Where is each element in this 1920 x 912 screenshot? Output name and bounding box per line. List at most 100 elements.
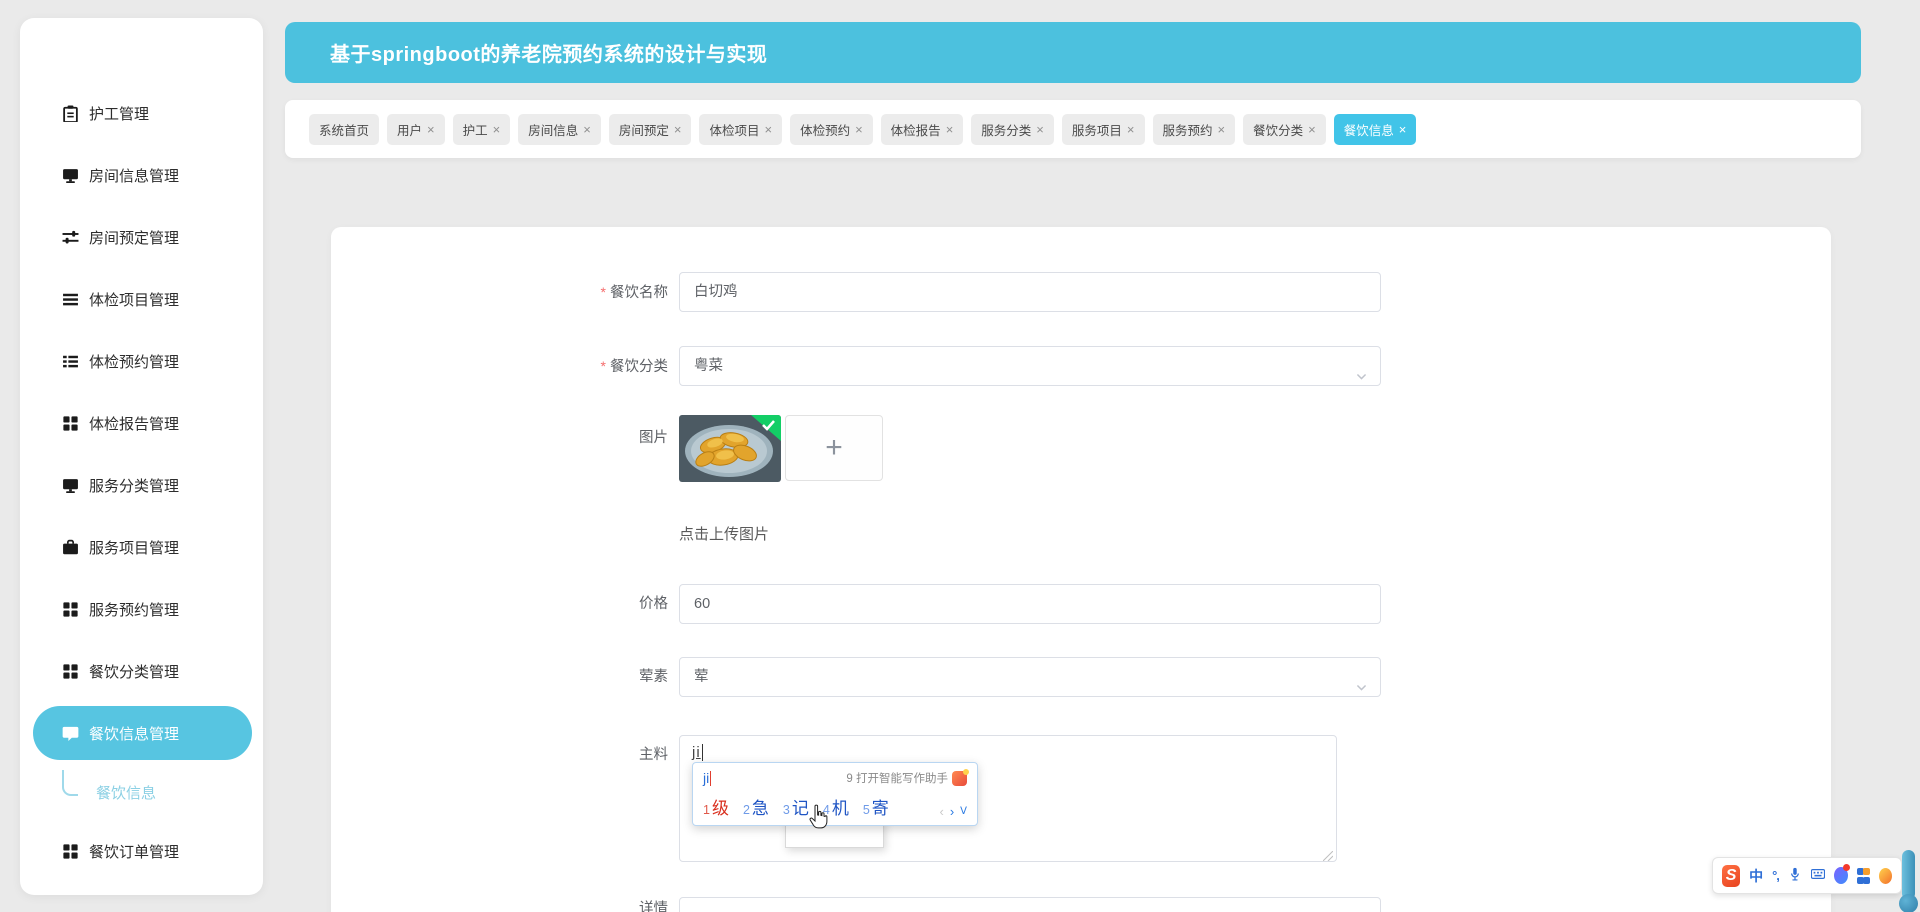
tab-close-icon[interactable]: × bbox=[764, 123, 772, 136]
ime-next-page-icon[interactable]: › bbox=[950, 804, 954, 819]
tab-label: 房间预定 bbox=[618, 123, 669, 138]
sidebar-item[interactable]: 餐饮信息管理 bbox=[33, 706, 252, 760]
meat-select[interactable]: 荤 bbox=[679, 657, 1381, 697]
tab-close-icon[interactable]: × bbox=[946, 123, 954, 136]
category-label: * 餐饮分类 bbox=[600, 358, 668, 375]
tab-close-icon[interactable]: × bbox=[1036, 123, 1044, 136]
tab[interactable]: 护工 × bbox=[452, 113, 511, 145]
tab[interactable]: 餐饮分类 × bbox=[1243, 113, 1326, 145]
grid-icon bbox=[62, 415, 79, 432]
monitor-icon bbox=[62, 167, 79, 184]
ime-assistant-hint[interactable]: 9 打开智能写作助手 bbox=[846, 768, 969, 786]
ime-candidate-window: ji 9 打开智能写作助手 1 级 2 急 3 记 4 机 5 寄 ‹ › ᐯ bbox=[692, 762, 978, 826]
chat-icon bbox=[62, 725, 79, 742]
sidebar-item[interactable]: 房间信息管理 bbox=[20, 144, 263, 206]
sidebar-item[interactable]: 餐饮信息 bbox=[20, 764, 263, 820]
sidebar-item[interactable]: 服务项目管理 bbox=[20, 516, 263, 578]
chinese-mode-icon[interactable]: 中 bbox=[1749, 866, 1763, 886]
tab[interactable]: 房间信息 × bbox=[518, 113, 601, 145]
tree-connector bbox=[62, 770, 78, 796]
tab[interactable]: 服务预约 × bbox=[1152, 113, 1236, 145]
tab-close-icon[interactable]: × bbox=[1218, 123, 1226, 136]
grid-icon bbox=[62, 663, 79, 680]
tab[interactable]: 用户 × bbox=[387, 113, 445, 145]
ime-pinyin: ji bbox=[703, 770, 710, 786]
punctuation-icon[interactable]: °, bbox=[1772, 868, 1780, 883]
tab-label: 体检项目 bbox=[709, 123, 760, 138]
tab[interactable]: 体检预约 × bbox=[790, 113, 873, 145]
sidebar-item[interactable]: 餐饮分类管理 bbox=[20, 640, 263, 702]
microphone-icon[interactable] bbox=[1788, 867, 1802, 884]
chevron-down-icon bbox=[1355, 360, 1368, 380]
ime-prev-page-icon[interactable]: ‹ bbox=[939, 804, 943, 819]
list-icon bbox=[62, 291, 79, 308]
sidebar-item[interactable]: 体检报告管理 bbox=[20, 392, 263, 454]
text-caret: ​ bbox=[701, 744, 703, 761]
tab-close-icon[interactable]: × bbox=[583, 123, 591, 136]
sidebar-item[interactable]: 护工管理 bbox=[20, 82, 263, 144]
tab[interactable]: 系统首页 bbox=[309, 113, 380, 145]
tab-close-icon[interactable]: × bbox=[674, 123, 682, 136]
sidebar-item-label: 餐饮信息 bbox=[96, 784, 157, 802]
tab[interactable]: 服务项目 × bbox=[1061, 113, 1145, 145]
ime-candidate[interactable]: 1 级 bbox=[703, 794, 729, 819]
context-menu-item[interactable] bbox=[786, 833, 883, 847]
resize-grip[interactable] bbox=[1322, 848, 1334, 862]
sidebar-menu: 护工管理 房间信息管理 房间预定管理 体检项目管理 体检预约管理 体检报告管理 … bbox=[20, 82, 263, 882]
tab-label: 服务分类 bbox=[981, 123, 1032, 138]
sidebar-item-label: 餐饮订单管理 bbox=[89, 843, 180, 861]
sidebar-item[interactable]: 体检项目管理 bbox=[20, 268, 263, 330]
emoji-icon[interactable] bbox=[1878, 867, 1893, 884]
tab[interactable]: 体检报告 × bbox=[880, 113, 964, 145]
virtual-keyboard-icon[interactable] bbox=[1810, 867, 1825, 884]
edge-slider-widget[interactable] bbox=[1899, 850, 1918, 912]
meat-label: 荤素 bbox=[639, 669, 668, 685]
tab-label: 体检预约 bbox=[800, 123, 851, 138]
clipboard-icon bbox=[62, 105, 79, 122]
briefcase-icon bbox=[62, 539, 79, 556]
ime-candidate[interactable]: 2 急 bbox=[743, 794, 769, 819]
tab-close-icon[interactable]: × bbox=[1399, 123, 1407, 136]
tab-close-icon[interactable]: × bbox=[427, 123, 435, 136]
sidebar-item[interactable]: 服务分类管理 bbox=[20, 454, 263, 516]
tab[interactable]: 餐饮信息 × bbox=[1333, 113, 1417, 145]
sidebar-item[interactable]: 体检预约管理 bbox=[20, 330, 263, 392]
tab-label: 服务预约 bbox=[1162, 123, 1213, 138]
ime-caret bbox=[710, 770, 712, 786]
name-input[interactable]: 白切鸡 bbox=[679, 272, 1381, 312]
price-input[interactable]: 60 bbox=[679, 584, 1381, 624]
assistant-icon bbox=[952, 768, 969, 786]
tab-strip: 系统首页 用户 × 护工 × 房间信息 × 房间预定 × 体检项目 × 体检预约… bbox=[285, 100, 1861, 158]
tab[interactable]: 服务分类 × bbox=[971, 113, 1054, 145]
ime-candidate[interactable]: 3 记 bbox=[783, 794, 809, 819]
sidebar-item-label: 体检报告管理 bbox=[89, 415, 180, 433]
sidebar-item-label: 护工管理 bbox=[89, 105, 150, 123]
sidebar-item-label: 服务分类管理 bbox=[89, 477, 180, 495]
dish-photo-thumbnail[interactable] bbox=[679, 415, 781, 482]
tab-close-icon[interactable]: × bbox=[1308, 123, 1316, 136]
tab[interactable]: 体检项目 × bbox=[699, 113, 783, 145]
tab[interactable]: 房间预定 × bbox=[608, 113, 692, 145]
sidebar-item-label: 房间信息管理 bbox=[89, 167, 180, 185]
sidebar-item[interactable]: 餐饮订单管理 bbox=[20, 820, 263, 882]
upload-hint-text: 点击上传图片 bbox=[679, 526, 770, 543]
chevron-down-icon bbox=[1355, 671, 1368, 691]
sidebar-item[interactable]: 服务预约管理 bbox=[20, 578, 263, 640]
toolbox-grid-icon[interactable] bbox=[1856, 867, 1870, 884]
price-label: 价格 bbox=[639, 596, 668, 612]
detail-input[interactable] bbox=[679, 897, 1381, 912]
tab-label: 房间信息 bbox=[528, 123, 579, 138]
sidebar-item[interactable]: 房间预定管理 bbox=[20, 206, 263, 268]
ime-expand-icon[interactable]: ᐯ bbox=[960, 806, 967, 817]
skin-center-icon[interactable] bbox=[1833, 864, 1850, 884]
image-label: 图片 bbox=[639, 430, 668, 446]
tab-close-icon[interactable]: × bbox=[493, 123, 501, 136]
name-label: * 餐饮名称 bbox=[600, 284, 668, 301]
ime-candidate[interactable]: 5 寄 bbox=[863, 794, 889, 819]
upload-add-button[interactable]: + bbox=[785, 415, 883, 481]
tab-close-icon[interactable]: × bbox=[855, 123, 863, 136]
tab-label: 护工 bbox=[462, 123, 488, 138]
tab-close-icon[interactable]: × bbox=[1127, 123, 1135, 136]
sogou-logo-icon[interactable]: S bbox=[1722, 864, 1741, 887]
category-select[interactable]: 粤菜 bbox=[679, 346, 1381, 386]
